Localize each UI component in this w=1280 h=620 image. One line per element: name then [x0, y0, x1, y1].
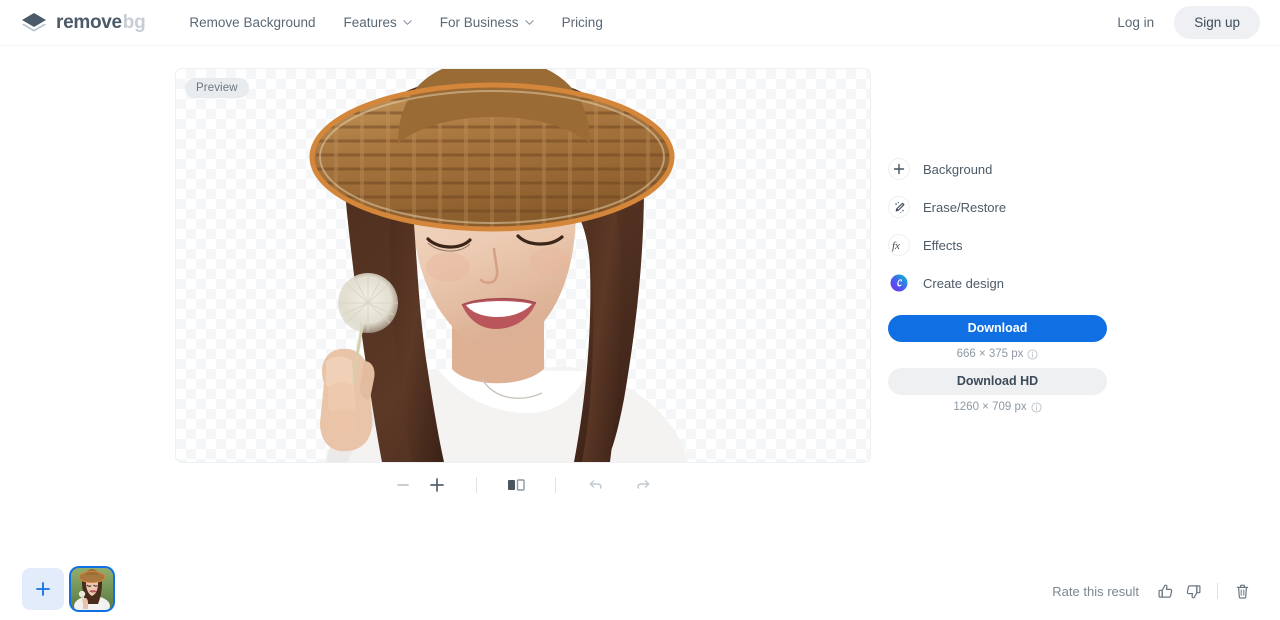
compare-split-icon[interactable] [499, 471, 533, 499]
undo-icon[interactable] [578, 471, 612, 499]
layers-icon [20, 11, 48, 35]
download-hd-size-label: 1260 × 709 px [953, 401, 1027, 413]
toolbar-divider [476, 477, 477, 493]
info-icon[interactable] [1027, 348, 1038, 360]
zoom-in-button[interactable] [420, 471, 454, 499]
rate-bar: Rate this result [1052, 578, 1256, 604]
logo-text-secondary: bg [122, 11, 146, 33]
trash-icon[interactable] [1228, 578, 1256, 604]
image-toolbar [176, 470, 870, 500]
chevron-down-icon [403, 18, 412, 27]
nav-label: For Business [439, 15, 519, 30]
rate-divider [1217, 583, 1218, 599]
panel-item-label: Effects [923, 237, 963, 253]
svg-text:fx: fx [892, 240, 900, 252]
toolbar-divider [555, 477, 556, 493]
app-header: remove bg Remove Background Features For … [0, 0, 1280, 46]
thumbs-up-icon[interactable] [1151, 578, 1179, 604]
logo[interactable]: remove bg [20, 11, 146, 35]
add-image-button[interactable] [22, 568, 64, 610]
redo-icon[interactable] [626, 471, 660, 499]
panel-item-create-design[interactable]: Create design [888, 264, 1107, 302]
magic-brush-icon [888, 196, 910, 218]
download-hd-button[interactable]: Download HD [888, 368, 1107, 395]
panel-item-label: Create design [923, 275, 1004, 291]
nav-features[interactable]: Features [330, 9, 426, 36]
nav-label: Features [343, 15, 397, 30]
nav-remove-background[interactable]: Remove Background [175, 9, 329, 36]
panel-item-label: Background [923, 161, 993, 177]
info-icon[interactable] [1031, 401, 1042, 413]
logo-text-primary: remove [56, 11, 122, 33]
canva-icon [888, 272, 910, 294]
login-link[interactable]: Log in [1103, 7, 1168, 38]
zoom-out-button[interactable] [386, 471, 420, 499]
main-nav: Remove Background Features For Business … [175, 9, 616, 36]
download-button[interactable]: Download [888, 315, 1107, 342]
download-size-meta: 666 × 375 px [888, 348, 1107, 360]
fx-icon: fx [888, 234, 910, 256]
chevron-down-icon [524, 18, 534, 27]
logo-text: remove bg [56, 11, 146, 34]
header-actions: Log in Sign up [1103, 6, 1260, 39]
image-canvas[interactable]: Preview [176, 69, 870, 462]
nav-pricing[interactable]: Pricing [548, 9, 617, 36]
panel-item-background[interactable]: Background [888, 150, 1107, 188]
thumbnail-strip [22, 568, 113, 610]
rate-label: Rate this result [1052, 583, 1139, 599]
download-size-label: 666 × 375 px [956, 348, 1024, 360]
cutout-subject-image [176, 69, 870, 462]
signup-button[interactable]: Sign up [1174, 6, 1260, 39]
panel-item-label: Erase/Restore [923, 199, 1007, 215]
nav-label: Remove Background [189, 15, 316, 30]
plus-icon [888, 158, 910, 180]
download-section: Download 666 × 375 px Download HD 1260 ×… [888, 315, 1107, 413]
panel-item-effects[interactable]: fx Effects [888, 226, 1107, 264]
thumbs-down-icon[interactable] [1179, 578, 1207, 604]
preview-badge: Preview [185, 78, 249, 98]
nav-label: Pricing [561, 15, 603, 30]
download-hd-size-meta: 1260 × 709 px [888, 401, 1107, 413]
editor-tools-panel: Background Erase/Restore fx Effects Crea… [888, 150, 1107, 413]
panel-item-erase-restore[interactable]: Erase/Restore [888, 188, 1107, 226]
thumbnail-item-selected[interactable] [71, 568, 113, 610]
nav-for-business[interactable]: For Business [426, 9, 548, 36]
